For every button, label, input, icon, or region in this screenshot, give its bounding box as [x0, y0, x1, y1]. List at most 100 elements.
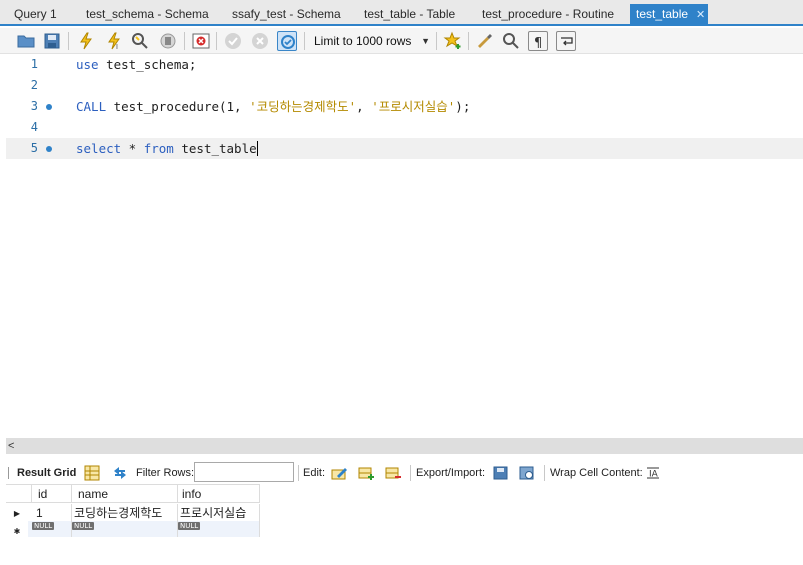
toolbar-separator	[410, 465, 411, 481]
code-token: test_schema;	[98, 57, 197, 72]
tab-query-1[interactable]: Query 1	[8, 4, 63, 26]
null-badge: NULL	[72, 522, 95, 530]
invisible-chars-icon[interactable]: ¶	[528, 31, 548, 51]
result-grid-label: Result Grid	[8, 467, 77, 479]
code-text: select * from test_table	[76, 138, 258, 159]
null-badge: NULL	[178, 522, 201, 530]
stop-icon[interactable]	[158, 31, 178, 51]
code-line[interactable]: 4	[6, 117, 803, 138]
close-icon[interactable]: ✕	[696, 5, 705, 25]
open-folder-icon[interactable]	[16, 31, 36, 51]
tab-label: test_table - Table	[364, 7, 456, 21]
new-row-marker-icon: ✱	[13, 527, 21, 536]
keyword-token: use	[76, 57, 99, 72]
tab-label: test_schema - Schema	[86, 7, 209, 21]
svg-text:IA: IA	[649, 470, 659, 480]
insert-row-icon[interactable]	[357, 464, 375, 482]
filter-rows-input[interactable]	[194, 462, 294, 482]
limit-rows-select[interactable]: Limit to 1000 rows ▼	[308, 31, 434, 51]
keyword-token: select	[76, 141, 122, 156]
tab-test-schema[interactable]: test_schema - Schema	[80, 4, 215, 26]
svg-text:¶: ¶	[534, 36, 542, 51]
string-token: '코딩하는경제학도'	[249, 99, 357, 114]
line-number: 1	[30, 57, 38, 71]
toolbar-separator	[68, 32, 69, 50]
sql-editor-toolbar: I Limit to 1000 rows ▼ ¶	[0, 28, 803, 54]
column-header-info[interactable]: info	[178, 484, 260, 503]
null-badge: NULL	[32, 522, 55, 530]
tab-label: test_table	[636, 7, 689, 21]
code-token: test_procedure(1,	[106, 99, 250, 114]
new-row-cell[interactable]: NULL	[178, 521, 260, 537]
keyword-token: CALL	[76, 99, 107, 114]
new-row-cell[interactable]: NULL	[28, 521, 72, 537]
tab-ssafy-test[interactable]: ssafy_test - Schema	[226, 4, 347, 26]
code-line[interactable]: 1 use test_schema;	[6, 54, 803, 75]
tab-label: ssafy_test - Schema	[232, 7, 341, 21]
grid-view-icon[interactable]	[83, 464, 101, 482]
delete-row-icon[interactable]	[384, 464, 402, 482]
result-grid-tab[interactable]: Result Grid	[8, 462, 77, 484]
column-header-name[interactable]: name	[72, 484, 178, 503]
import-icon[interactable]	[518, 464, 536, 482]
sql-editor[interactable]: 1 use test_schema; 2 3 CALL test_procedu…	[6, 54, 803, 438]
column-header-id[interactable]: id	[32, 484, 72, 503]
toolbar-separator	[216, 32, 217, 50]
tab-test-procedure[interactable]: test_procedure - Routine	[476, 4, 620, 26]
toolbar-separator	[304, 32, 305, 50]
wrap-cell-icon[interactable]: IA	[644, 464, 662, 482]
execute-current-icon[interactable]: I	[104, 31, 124, 51]
execute-icon[interactable]	[76, 31, 96, 51]
edit-row-icon[interactable]	[330, 464, 348, 482]
toolbar-separator	[436, 32, 437, 50]
find-icon[interactable]	[501, 31, 521, 51]
row-header-corner	[6, 484, 32, 503]
wrap-icon[interactable]	[556, 31, 576, 51]
tab-label: test_procedure - Routine	[482, 7, 615, 21]
export-icon[interactable]	[492, 464, 510, 482]
code-text: CALL test_procedure(1, '코딩하는경제학도', '프로시저…	[76, 96, 470, 117]
filter-rows-label: Filter Rows:	[136, 467, 195, 479]
code-token: *	[121, 141, 144, 156]
text-cursor	[256, 141, 258, 156]
explain-icon[interactable]	[130, 31, 150, 51]
export-import-label: Export/Import:	[416, 467, 486, 479]
row-selector-icon[interactable]: ▶	[6, 504, 28, 523]
save-icon[interactable]	[42, 31, 62, 51]
beautify-icon[interactable]	[475, 31, 495, 51]
rollback-icon[interactable]	[250, 31, 270, 51]
limit-rows-label: Limit to 1000 rows	[314, 34, 412, 48]
new-row-cell[interactable]: NULL	[72, 521, 178, 537]
toolbar-separator	[544, 465, 545, 481]
favorite-add-icon[interactable]	[443, 31, 463, 51]
autocommit-icon[interactable]	[277, 31, 297, 51]
line-number: 5	[30, 141, 38, 155]
scroll-left-icon[interactable]: <	[8, 438, 14, 454]
chevron-down-icon: ▼	[421, 36, 430, 46]
edit-label: Edit:	[303, 467, 326, 479]
editor-horizontal-scrollbar[interactable]: <	[6, 438, 803, 454]
toolbar-separator	[298, 465, 299, 481]
toggle-error-icon[interactable]	[191, 31, 211, 51]
keyword-token: from	[143, 141, 174, 156]
wrap-cell-label: Wrap Cell Content:	[550, 467, 643, 479]
code-line[interactable]: 3 CALL test_procedure(1, '코딩하는경제학도', '프로…	[6, 96, 803, 117]
tab-test-table-query[interactable]: test_table ✕	[630, 4, 708, 26]
code-line-current[interactable]: 5 select * from test_table	[6, 138, 803, 159]
editor-tab-bar: Query 1 test_schema - Schema ssafy_test …	[0, 0, 803, 26]
code-token: );	[455, 99, 471, 114]
commit-icon[interactable]	[223, 31, 243, 51]
line-number: 2	[30, 78, 38, 92]
toolbar-separator	[184, 32, 185, 50]
tab-test-table-table[interactable]: test_table - Table	[358, 4, 461, 26]
line-number: 4	[30, 120, 38, 134]
statement-marker-icon	[46, 146, 52, 152]
code-token: ,	[356, 99, 372, 114]
statement-marker-icon	[46, 104, 52, 110]
code-token: test_table	[173, 141, 257, 156]
tab-label: Query 1	[14, 7, 57, 21]
code-line[interactable]: 2	[6, 75, 803, 96]
line-number: 3	[30, 99, 38, 113]
result-toolbar: Result Grid Filter Rows: Edit: Export/Im…	[6, 462, 803, 484]
refresh-icon[interactable]	[111, 464, 129, 482]
